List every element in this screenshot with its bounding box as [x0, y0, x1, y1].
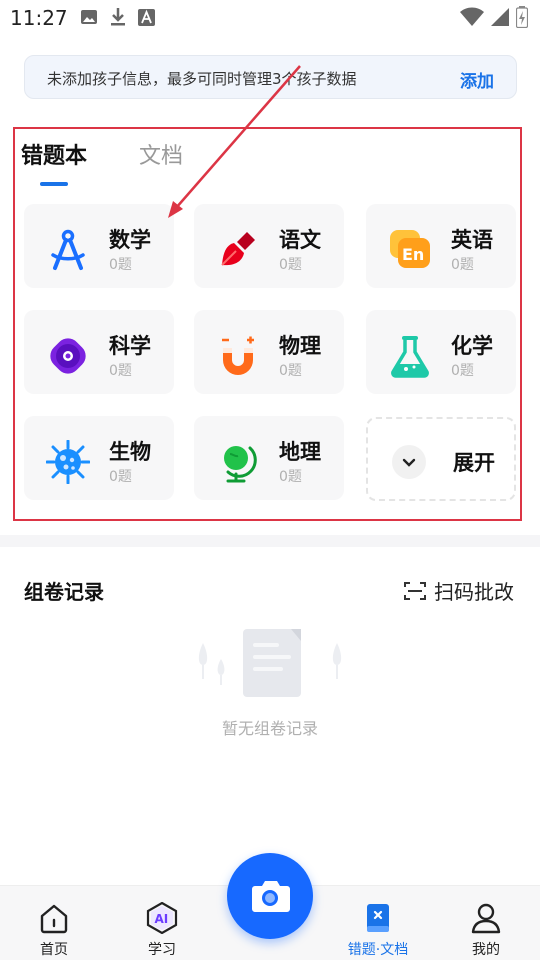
nav-mistakes-docs[interactable]: 错题·文档: [338, 886, 418, 960]
atom-icon: [50, 338, 86, 374]
subject-name: 生物: [109, 440, 151, 464]
subject-card-math[interactable]: 数学 0题: [24, 204, 174, 288]
tab-documents[interactable]: 文档: [139, 138, 183, 170]
subject-count: 0题: [109, 363, 132, 379]
add-child-button[interactable]: 添加: [460, 67, 494, 92]
scan-grade-button[interactable]: 扫码批改: [404, 576, 514, 605]
nav-label: 学习: [148, 942, 176, 958]
subject-name: 地理: [279, 440, 321, 464]
subject-name: 物理: [279, 334, 321, 358]
globe-icon: [224, 446, 257, 483]
tab-mistake-book[interactable]: 错题本: [21, 138, 87, 170]
subject-card-science[interactable]: 科学 0题: [24, 310, 174, 394]
subject-count: 0题: [109, 469, 132, 485]
expand-label: 展开: [453, 451, 495, 475]
tab-indicator: [40, 182, 68, 186]
subject-count: 0题: [279, 469, 302, 485]
records-title: 组卷记录: [24, 580, 104, 604]
chevron-down-icon: [402, 458, 416, 467]
brush-icon: [221, 232, 255, 266]
subject-card-chemistry[interactable]: 化学 0题: [366, 310, 516, 394]
battery-icon: [516, 6, 528, 28]
camera-icon: [252, 881, 290, 912]
subject-name: 数学: [109, 228, 151, 252]
status-time: 11:27: [10, 6, 68, 30]
subject-count: 0题: [279, 363, 302, 379]
camera-button[interactable]: [227, 853, 313, 939]
subject-count: 0题: [451, 363, 474, 379]
subject-count: 0题: [109, 257, 132, 273]
empty-document-illustration: [198, 629, 342, 697]
subject-name: 语文: [279, 228, 321, 252]
scan-icon: [404, 581, 426, 600]
subject-card-chinese[interactable]: 语文 0题: [194, 204, 344, 288]
svg-text:En: En: [402, 245, 424, 264]
section-divider: [0, 535, 540, 547]
nav-study[interactable]: AI 学习: [122, 886, 202, 960]
english-bubble-icon: En: [390, 230, 430, 268]
person-icon: [471, 903, 501, 934]
magnet-icon: [222, 336, 254, 375]
nav-label: 我的: [472, 942, 500, 958]
scan-label: 扫码批改: [434, 580, 514, 604]
nav-label: 首页: [40, 942, 68, 958]
virus-icon: [46, 440, 90, 484]
notice-text: 未添加孩子信息，最多可同时管理3个孩子数据: [47, 70, 357, 88]
empty-records-text: 暂无组卷记录: [221, 719, 318, 738]
home-icon: [40, 904, 68, 934]
image-icon: [81, 10, 97, 24]
notebook-icon: [367, 904, 389, 932]
svg-text:AI: AI: [155, 912, 169, 926]
subject-card-geography[interactable]: 地理 0题: [194, 416, 344, 500]
download-icon: [111, 8, 125, 26]
subject-count: 0题: [451, 257, 474, 273]
child-info-notice: 未添加孩子信息，最多可同时管理3个孩子数据 添加: [24, 55, 517, 99]
nav-home[interactable]: 首页: [14, 886, 94, 960]
subject-card-english[interactable]: En 英语 0题: [366, 204, 516, 288]
wifi-icon: [460, 7, 484, 26]
subject-name: 科学: [109, 334, 151, 358]
subject-card-physics[interactable]: 物理 0题: [194, 310, 344, 394]
status-bar: 11:27: [0, 0, 540, 38]
subject-card-biology[interactable]: 生物 0题: [24, 416, 174, 500]
flask-icon: [391, 336, 429, 378]
ai-hexagon-icon: AI: [146, 902, 178, 934]
subject-name: 英语: [451, 228, 493, 252]
subject-count: 0题: [279, 257, 302, 273]
compass-icon: [51, 229, 85, 270]
subject-name: 化学: [451, 334, 493, 358]
nav-profile[interactable]: 我的: [446, 886, 526, 960]
signal-icon: [491, 8, 509, 26]
expand-subjects-button[interactable]: 展开: [366, 417, 516, 501]
nav-label: 错题·文档: [347, 942, 409, 958]
font-icon: [138, 8, 155, 26]
